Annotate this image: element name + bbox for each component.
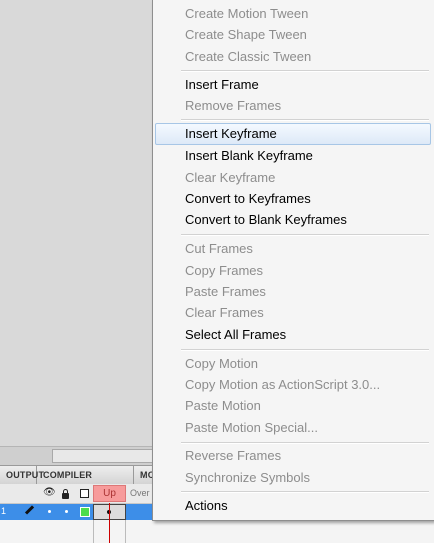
menu-item-convert-to-keyframes[interactable]: Convert to Keyframes (185, 189, 311, 209)
menu-item-insert-keyframe[interactable]: Insert Keyframe (185, 124, 277, 144)
menu-separator (181, 119, 429, 121)
tab-motion-editor[interactable]: MO (134, 466, 155, 484)
menu-item-synchronize-symbols[interactable]: Synchronize Symbols (185, 468, 310, 488)
tab-compiler-errors[interactable]: COMPILER ERRORS (37, 466, 134, 498)
context-menu: Create Motion Tween Create Shape Tween C… (152, 0, 434, 521)
menu-item-create-motion-tween[interactable]: Create Motion Tween (185, 4, 308, 24)
menu-separator (181, 70, 429, 72)
menu-item-clear-keyframe[interactable]: Clear Keyframe (185, 168, 275, 188)
lock-dot-icon[interactable] (65, 510, 68, 513)
playhead[interactable] (109, 503, 110, 543)
layer-number: 1 (1, 506, 7, 516)
menu-item-paste-frames[interactable]: Paste Frames (185, 282, 266, 302)
menu-separator (181, 491, 429, 493)
menu-item-create-classic-tween[interactable]: Create Classic Tween (185, 47, 311, 67)
visibility-dot-icon[interactable] (48, 510, 51, 513)
menu-item-clear-frames[interactable]: Clear Frames (185, 303, 264, 323)
menu-item-convert-to-blank-keyframes[interactable]: Convert to Blank Keyframes (185, 210, 347, 230)
menu-item-copy-motion[interactable]: Copy Motion (185, 354, 258, 374)
timeline-empty-area (0, 520, 434, 543)
menu-item-copy-motion-as-actionscript[interactable]: Copy Motion as ActionScript 3.0... (185, 375, 380, 395)
menu-item-remove-frames[interactable]: Remove Frames (185, 96, 281, 116)
eye-icon[interactable]: 👁 (43, 487, 56, 498)
lock-icon[interactable] (62, 489, 69, 499)
menu-item-actions[interactable]: Actions (185, 496, 228, 516)
scrollbar-thumb[interactable] (52, 449, 156, 463)
frame-label-up[interactable]: Up (93, 485, 126, 502)
menu-item-copy-frames[interactable]: Copy Frames (185, 261, 263, 281)
outline-icon[interactable] (80, 489, 89, 498)
menu-item-insert-blank-keyframe[interactable]: Insert Blank Keyframe (185, 146, 313, 166)
menu-separator (181, 234, 429, 236)
menu-separator (181, 442, 429, 444)
menu-item-insert-frame[interactable]: Insert Frame (185, 75, 259, 95)
tab-output[interactable]: OUTPUT (0, 466, 44, 484)
menu-item-create-shape-tween[interactable]: Create Shape Tween (185, 25, 307, 45)
menu-item-cut-frames[interactable]: Cut Frames (185, 239, 253, 259)
menu-item-paste-motion[interactable]: Paste Motion (185, 396, 261, 416)
frame-label-over[interactable]: Over (130, 488, 150, 498)
layer-color-swatch[interactable] (80, 507, 90, 517)
menu-item-select-all-frames[interactable]: Select All Frames (185, 325, 286, 345)
menu-item-reverse-frames[interactable]: Reverse Frames (185, 446, 281, 466)
menu-item-paste-motion-special[interactable]: Paste Motion Special... (185, 418, 318, 438)
menu-separator (181, 349, 429, 351)
